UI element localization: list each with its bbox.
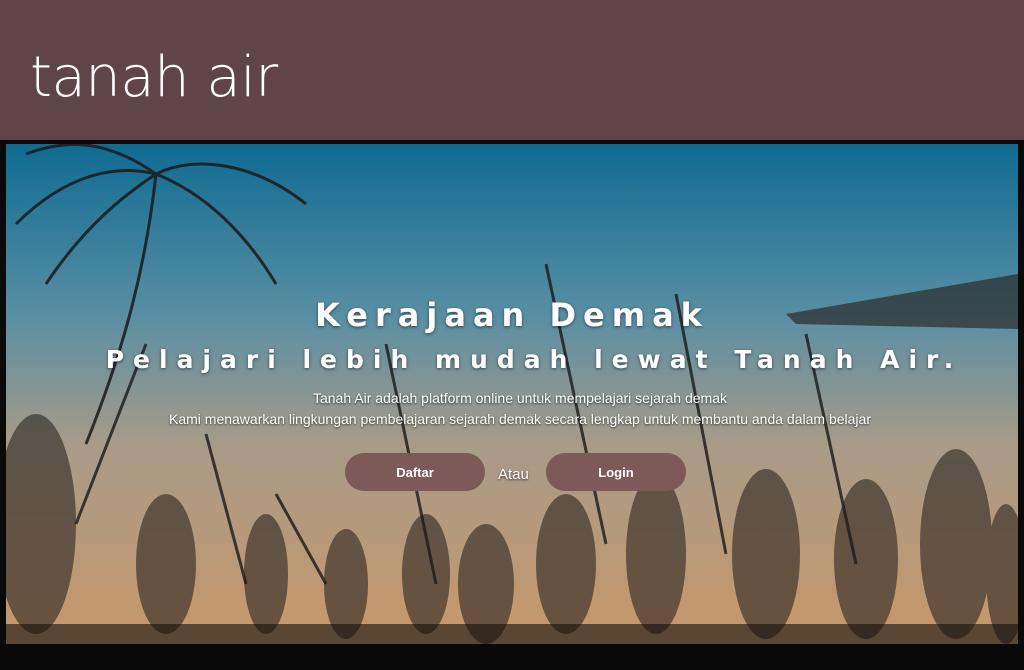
site-logo-text[interactable]: tanah air [30, 40, 278, 116]
or-separator-text: Atau [498, 466, 529, 483]
hero-description-line-1: Tanah Air adalah platform online untuk m… [312, 390, 727, 406]
hero-content: Kerajaan Demak Pelajari lebih mudah lewa… [0, 140, 1024, 670]
hero-title: Kerajaan Demak [315, 296, 709, 334]
hero-section: Kerajaan Demak Pelajari lebih mudah lewa… [0, 140, 1024, 670]
top-header: tanah air [0, 0, 1024, 140]
login-button[interactable]: Login [546, 453, 686, 491]
register-button[interactable]: Daftar [345, 453, 485, 491]
hero-subtitle: Pelajari lebih mudah lewat Tanah Air. [105, 345, 963, 374]
hero-description-line-2: Kami menawarkan lingkungan pembelajaran … [169, 411, 871, 427]
